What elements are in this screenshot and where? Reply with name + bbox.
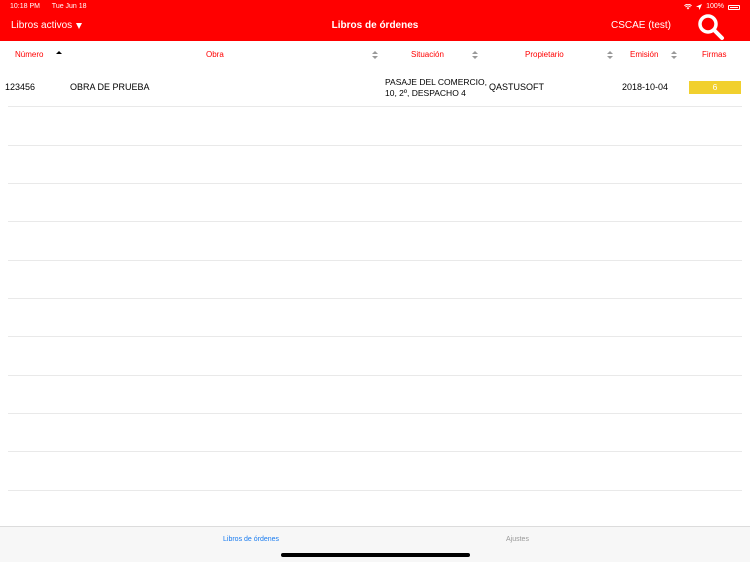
column-propietario[interactable]: Propietario [525,50,564,59]
sort-icon[interactable] [606,50,614,60]
cell-situacion-line2: 10, 2º, DESPACHO 4 [385,88,466,98]
table-row[interactable]: 123456 OBRA DE PRUEBA PASAJE DEL COMERCI… [0,69,750,106]
home-indicator [281,553,470,557]
row-divider [8,106,742,107]
sort-ascending-icon[interactable] [55,49,63,59]
sort-icon[interactable] [670,50,678,60]
status-date: Tue Jun 18 [51,3,87,10]
battery-percent: 100% [706,3,724,10]
column-obra[interactable]: Obra [206,50,224,59]
row-divider [8,221,742,222]
row-divider [8,298,742,299]
tab-libros[interactable]: Libros de órdenes [223,536,279,543]
row-divider [8,375,742,376]
cell-obra: OBRA DE PRUEBA [70,82,150,92]
app-header: 10:18 PM Tue Jun 18 100% Libros activos … [0,0,750,41]
status-time: 10:18 PM [10,3,40,10]
cell-numero: 123456 [5,82,36,92]
cell-propietario: QASTUSOFT [489,82,545,92]
sort-icon[interactable] [471,50,479,60]
search-icon[interactable] [697,13,725,41]
column-emision[interactable]: Emisión [630,50,658,59]
user-label: CSCAE (test) [610,20,671,31]
row-divider [8,260,742,261]
cell-emision: 2018-10-04 [622,82,669,92]
firmas-badge: 6 [689,81,741,94]
navigation-bar: Libros activos Libros de órdenes CSCAE (… [0,14,750,41]
location-icon [696,4,703,10]
column-situacion[interactable]: Situación [411,50,444,59]
table-header: Número Obra Situación Propietario Emisió… [0,41,750,69]
row-divider [8,336,742,337]
row-divider [8,490,742,491]
column-firmas[interactable]: Firmas [702,50,726,59]
tab-ajustes[interactable]: Ajustes [506,536,529,543]
row-divider [8,451,742,452]
sort-icon[interactable] [371,50,379,60]
battery-icon [728,4,740,10]
cell-situacion-line1: PASAJE DEL COMERCIO, [385,77,488,87]
column-numero[interactable]: Número [15,50,43,59]
status-bar: 10:18 PM Tue Jun 18 100% [10,2,740,12]
row-divider [8,413,742,414]
wifi-icon [684,4,693,10]
row-divider [8,145,742,146]
row-divider [8,183,742,184]
